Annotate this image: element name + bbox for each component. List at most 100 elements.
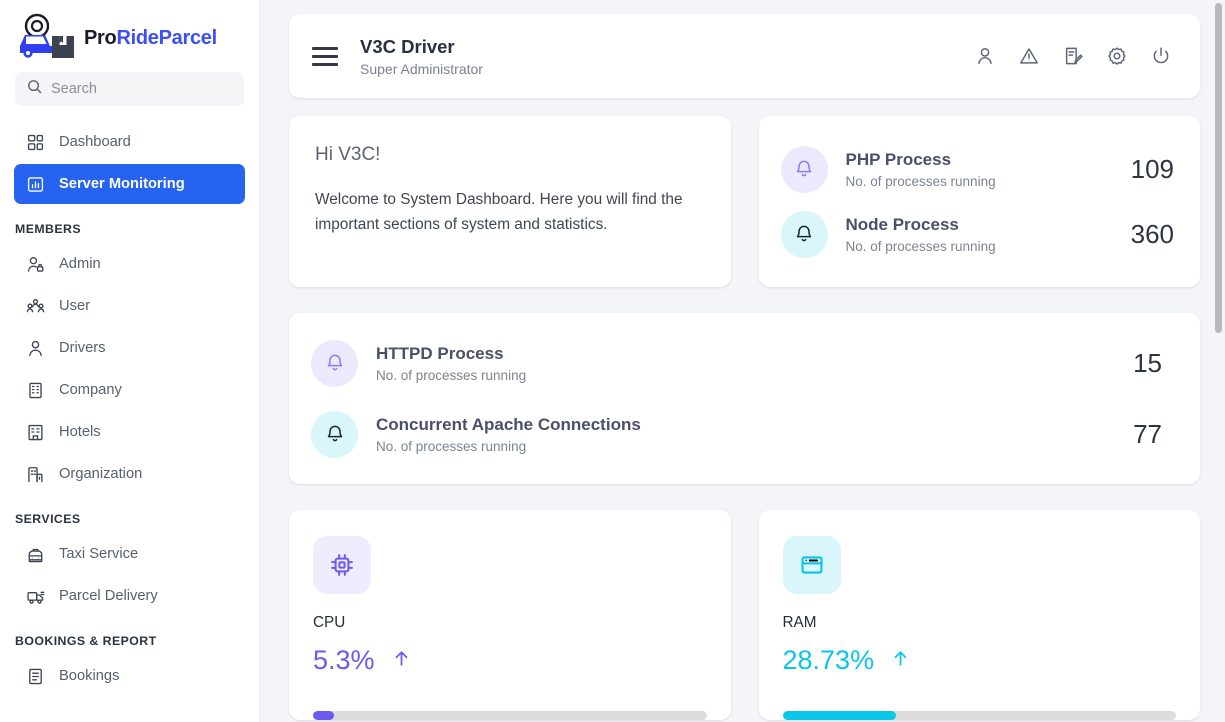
sidebar-item-company[interactable]: Company <box>14 370 245 410</box>
sidebar-nav: DashboardServer MonitoringMEMBERSAdminUs… <box>0 122 259 696</box>
brand-name: ProRideParcel <box>84 27 217 50</box>
sidebar-item-dashboard[interactable]: Dashboard <box>14 122 245 162</box>
sidebar-item-label: Company <box>59 382 233 398</box>
user-icon <box>26 339 45 358</box>
sidebar-section-services: SERVICES <box>0 496 259 534</box>
metric-card-cpu: CPU 5.3% <box>289 510 731 720</box>
main-content: V3C Driver Super Administrator <box>260 0 1225 722</box>
process-value: 360 <box>1131 219 1174 250</box>
process-title: HTTPD Process <box>376 343 1115 364</box>
arrow-up-icon <box>891 649 910 673</box>
chevron-down-icon[interactable] <box>221 670 233 682</box>
metric-progress-track <box>313 711 707 720</box>
metric-card-ram: RAM 28.73% <box>759 510 1201 720</box>
chevron-down-icon[interactable] <box>221 258 233 270</box>
metric-label: RAM <box>783 614 1177 632</box>
sidebar-item-label: Dashboard <box>59 134 233 150</box>
search-container <box>0 72 259 106</box>
metric-progress-fill <box>313 711 334 720</box>
gear-settings-icon[interactable] <box>1102 41 1132 71</box>
dashboard-row-2: HTTPD ProcessNo. of processes running15C… <box>289 313 1200 484</box>
brand-name-part2: Ride <box>116 27 158 49</box>
taxi-icon <box>26 545 45 564</box>
process-subtitle: No. of processes running <box>846 239 1113 254</box>
process-value: 77 <box>1133 419 1162 450</box>
metric-value-row: 28.73% <box>783 645 1177 676</box>
dashboard-row-3: CPU 5.3% RAM 28.73% <box>289 510 1200 720</box>
process-title: Concurrent Apache Connections <box>376 414 1115 435</box>
welcome-card: Hi V3C! Welcome to System Dashboard. Her… <box>289 116 731 287</box>
search-input[interactable] <box>51 81 232 97</box>
search-icon <box>27 79 42 99</box>
arrow-up-icon <box>392 649 411 673</box>
sidebar-item-organization[interactable]: Organization <box>14 454 245 494</box>
chevron-down-icon[interactable] <box>221 590 233 602</box>
process-row: HTTPD ProcessNo. of processes running15 <box>311 340 1162 387</box>
memory-window-icon <box>783 536 841 594</box>
metric-label: CPU <box>313 614 707 632</box>
sidebar-item-admin[interactable]: Admin <box>14 244 245 284</box>
process-text: Node Process No. of processes running <box>846 214 1113 253</box>
cpu-chip-icon <box>313 536 371 594</box>
sidebar-item-label: Taxi Service <box>59 546 207 562</box>
sidebar-item-hotels[interactable]: Hotels <box>14 412 245 452</box>
metric-value: 28.73% <box>783 645 875 676</box>
sidebar-item-user[interactable]: User <box>14 286 245 326</box>
bell-icon <box>311 411 358 458</box>
header-titles: V3C Driver Super Administrator <box>360 35 483 77</box>
process-text: HTTPD Process No. of processes running <box>376 343 1115 382</box>
warning-triangle-icon[interactable] <box>1014 41 1044 71</box>
sidebar-item-label: Organization <box>59 466 233 482</box>
sidebar-item-server-monitoring[interactable]: Server Monitoring <box>14 164 245 204</box>
process-row: Concurrent Apache ConnectionsNo. of proc… <box>311 411 1162 458</box>
sidebar-item-taxi-service[interactable]: Taxi Service <box>14 534 245 574</box>
hotel-icon <box>26 423 45 442</box>
welcome-col: Hi V3C! Welcome to System Dashboard. Her… <box>289 116 731 287</box>
process-value: 109 <box>1131 154 1174 185</box>
sidebar-item-label: User <box>59 298 233 314</box>
page-scrollbar-thumb[interactable] <box>1215 3 1222 333</box>
process-card-wide: HTTPD ProcessNo. of processes running15C… <box>289 313 1200 484</box>
search-box[interactable] <box>15 72 244 106</box>
brand-name-part1: Pro <box>84 27 116 49</box>
bar-chart-icon <box>26 175 45 194</box>
process-card-top: PHP ProcessNo. of processes running 109 No… <box>759 116 1201 287</box>
delivery-truck-icon <box>26 587 45 606</box>
metric-value: 5.3% <box>313 645 375 676</box>
top-header-bar: V3C Driver Super Administrator <box>289 14 1200 98</box>
sidebar-item-drivers[interactable]: Drivers <box>14 328 245 368</box>
process-text: PHP ProcessNo. of processes running <box>846 149 1113 188</box>
dashboard-row-1: Hi V3C! Welcome to System Dashboard. Her… <box>289 116 1200 287</box>
users-group-icon <box>26 297 45 316</box>
bell-icon <box>781 146 828 193</box>
delivery-van-parcel-logo-icon <box>12 12 84 64</box>
chevron-down-icon[interactable] <box>221 548 233 560</box>
metric-col: RAM 28.73% <box>759 510 1201 720</box>
page-title: V3C Driver <box>360 35 483 58</box>
sidebar-item-label: Drivers <box>59 340 207 356</box>
sidebar-item-bookings[interactable]: Bookings <box>14 656 245 696</box>
list-document-icon <box>26 667 45 686</box>
process-row: PHP ProcessNo. of processes running 109 <box>781 146 1175 193</box>
page-subtitle: Super Administrator <box>360 61 483 77</box>
grid-dashboard-icon <box>26 133 45 152</box>
sidebar-item-label: Hotels <box>59 424 207 440</box>
welcome-greeting: Hi V3C! <box>315 144 705 166</box>
chevron-down-icon[interactable] <box>221 342 233 354</box>
hamburger-menu-icon[interactable] <box>312 46 338 66</box>
sidebar-item-label: Server Monitoring <box>59 176 233 192</box>
user-profile-icon[interactable] <box>970 41 1000 71</box>
sidebar-item-parcel-delivery[interactable]: Parcel Delivery <box>14 576 245 616</box>
brand-logo[interactable]: ProRideParcel <box>0 0 259 72</box>
process-subtitle: No. of processes running <box>376 368 1115 383</box>
organization-icon <box>26 465 45 484</box>
process-title: Node Process <box>846 214 1113 235</box>
bell-icon <box>781 211 828 258</box>
sidebar-item-label: Parcel Delivery <box>59 588 207 604</box>
metric-col: CPU 5.3% <box>289 510 731 720</box>
chevron-down-icon[interactable] <box>221 426 233 438</box>
sidebar-item-label: Admin <box>59 256 207 272</box>
building-icon <box>26 381 45 400</box>
document-edit-icon[interactable] <box>1058 41 1088 71</box>
power-icon[interactable] <box>1146 41 1176 71</box>
